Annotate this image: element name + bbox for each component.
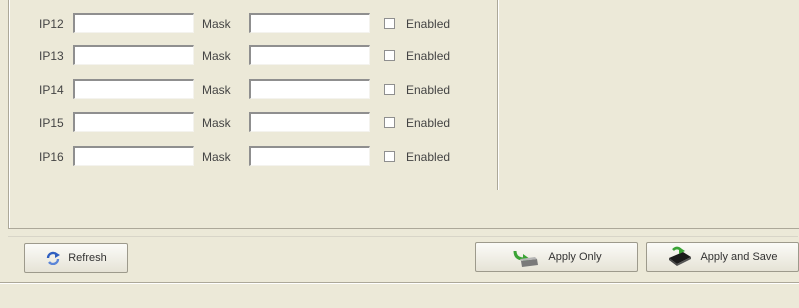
mask-field[interactable] xyxy=(249,146,370,166)
mask-field[interactable] xyxy=(249,79,370,99)
mask-field[interactable] xyxy=(249,45,370,65)
ip-label: IP12 xyxy=(39,17,64,31)
ip-field[interactable] xyxy=(73,112,194,132)
mask-label: Mask xyxy=(202,83,231,97)
mask-label: Mask xyxy=(202,150,231,164)
enabled-label[interactable]: Enabled xyxy=(406,116,450,130)
ip-label: IP13 xyxy=(39,49,64,63)
mask-label: Mask xyxy=(202,116,231,130)
enabled-checkbox[interactable] xyxy=(384,50,395,61)
enabled-label[interactable]: Enabled xyxy=(406,83,450,97)
apply-and-save-button[interactable]: Apply and Save xyxy=(646,242,799,272)
refresh-button[interactable]: Refresh xyxy=(24,243,128,273)
ip-field[interactable] xyxy=(73,79,194,99)
mask-label: Mask xyxy=(202,17,231,31)
save-icon xyxy=(667,246,693,268)
apply-only-button[interactable]: Apply Only xyxy=(475,242,638,272)
status-bar xyxy=(0,282,799,308)
ip-field[interactable] xyxy=(73,13,194,33)
refresh-icon xyxy=(45,251,61,265)
enabled-label[interactable]: Enabled xyxy=(406,150,450,164)
toolbar-separator xyxy=(8,236,798,237)
apply-only-label: Apply Only xyxy=(548,251,602,263)
enabled-label[interactable]: Enabled xyxy=(406,49,450,63)
ip-label: IP15 xyxy=(39,116,64,130)
enabled-checkbox[interactable] xyxy=(384,151,395,162)
ip-label: IP14 xyxy=(39,83,64,97)
mask-field[interactable] xyxy=(249,112,370,132)
ip-label: IP16 xyxy=(39,150,64,164)
enabled-label[interactable]: Enabled xyxy=(406,17,450,31)
refresh-label: Refresh xyxy=(68,252,107,264)
enabled-checkbox[interactable] xyxy=(384,84,395,95)
mask-field[interactable] xyxy=(249,13,370,33)
mask-label: Mask xyxy=(202,49,231,63)
ip-field[interactable] xyxy=(73,45,194,65)
apply-and-save-label: Apply and Save xyxy=(700,251,778,263)
enabled-checkbox[interactable] xyxy=(384,18,395,29)
panel-divider xyxy=(497,0,499,190)
enabled-checkbox[interactable] xyxy=(384,117,395,128)
ip-field[interactable] xyxy=(73,146,194,166)
ip-settings-panel: IP12 Mask Enabled IP13 Mask Enabled IP14… xyxy=(8,0,799,229)
apply-icon xyxy=(511,245,541,269)
